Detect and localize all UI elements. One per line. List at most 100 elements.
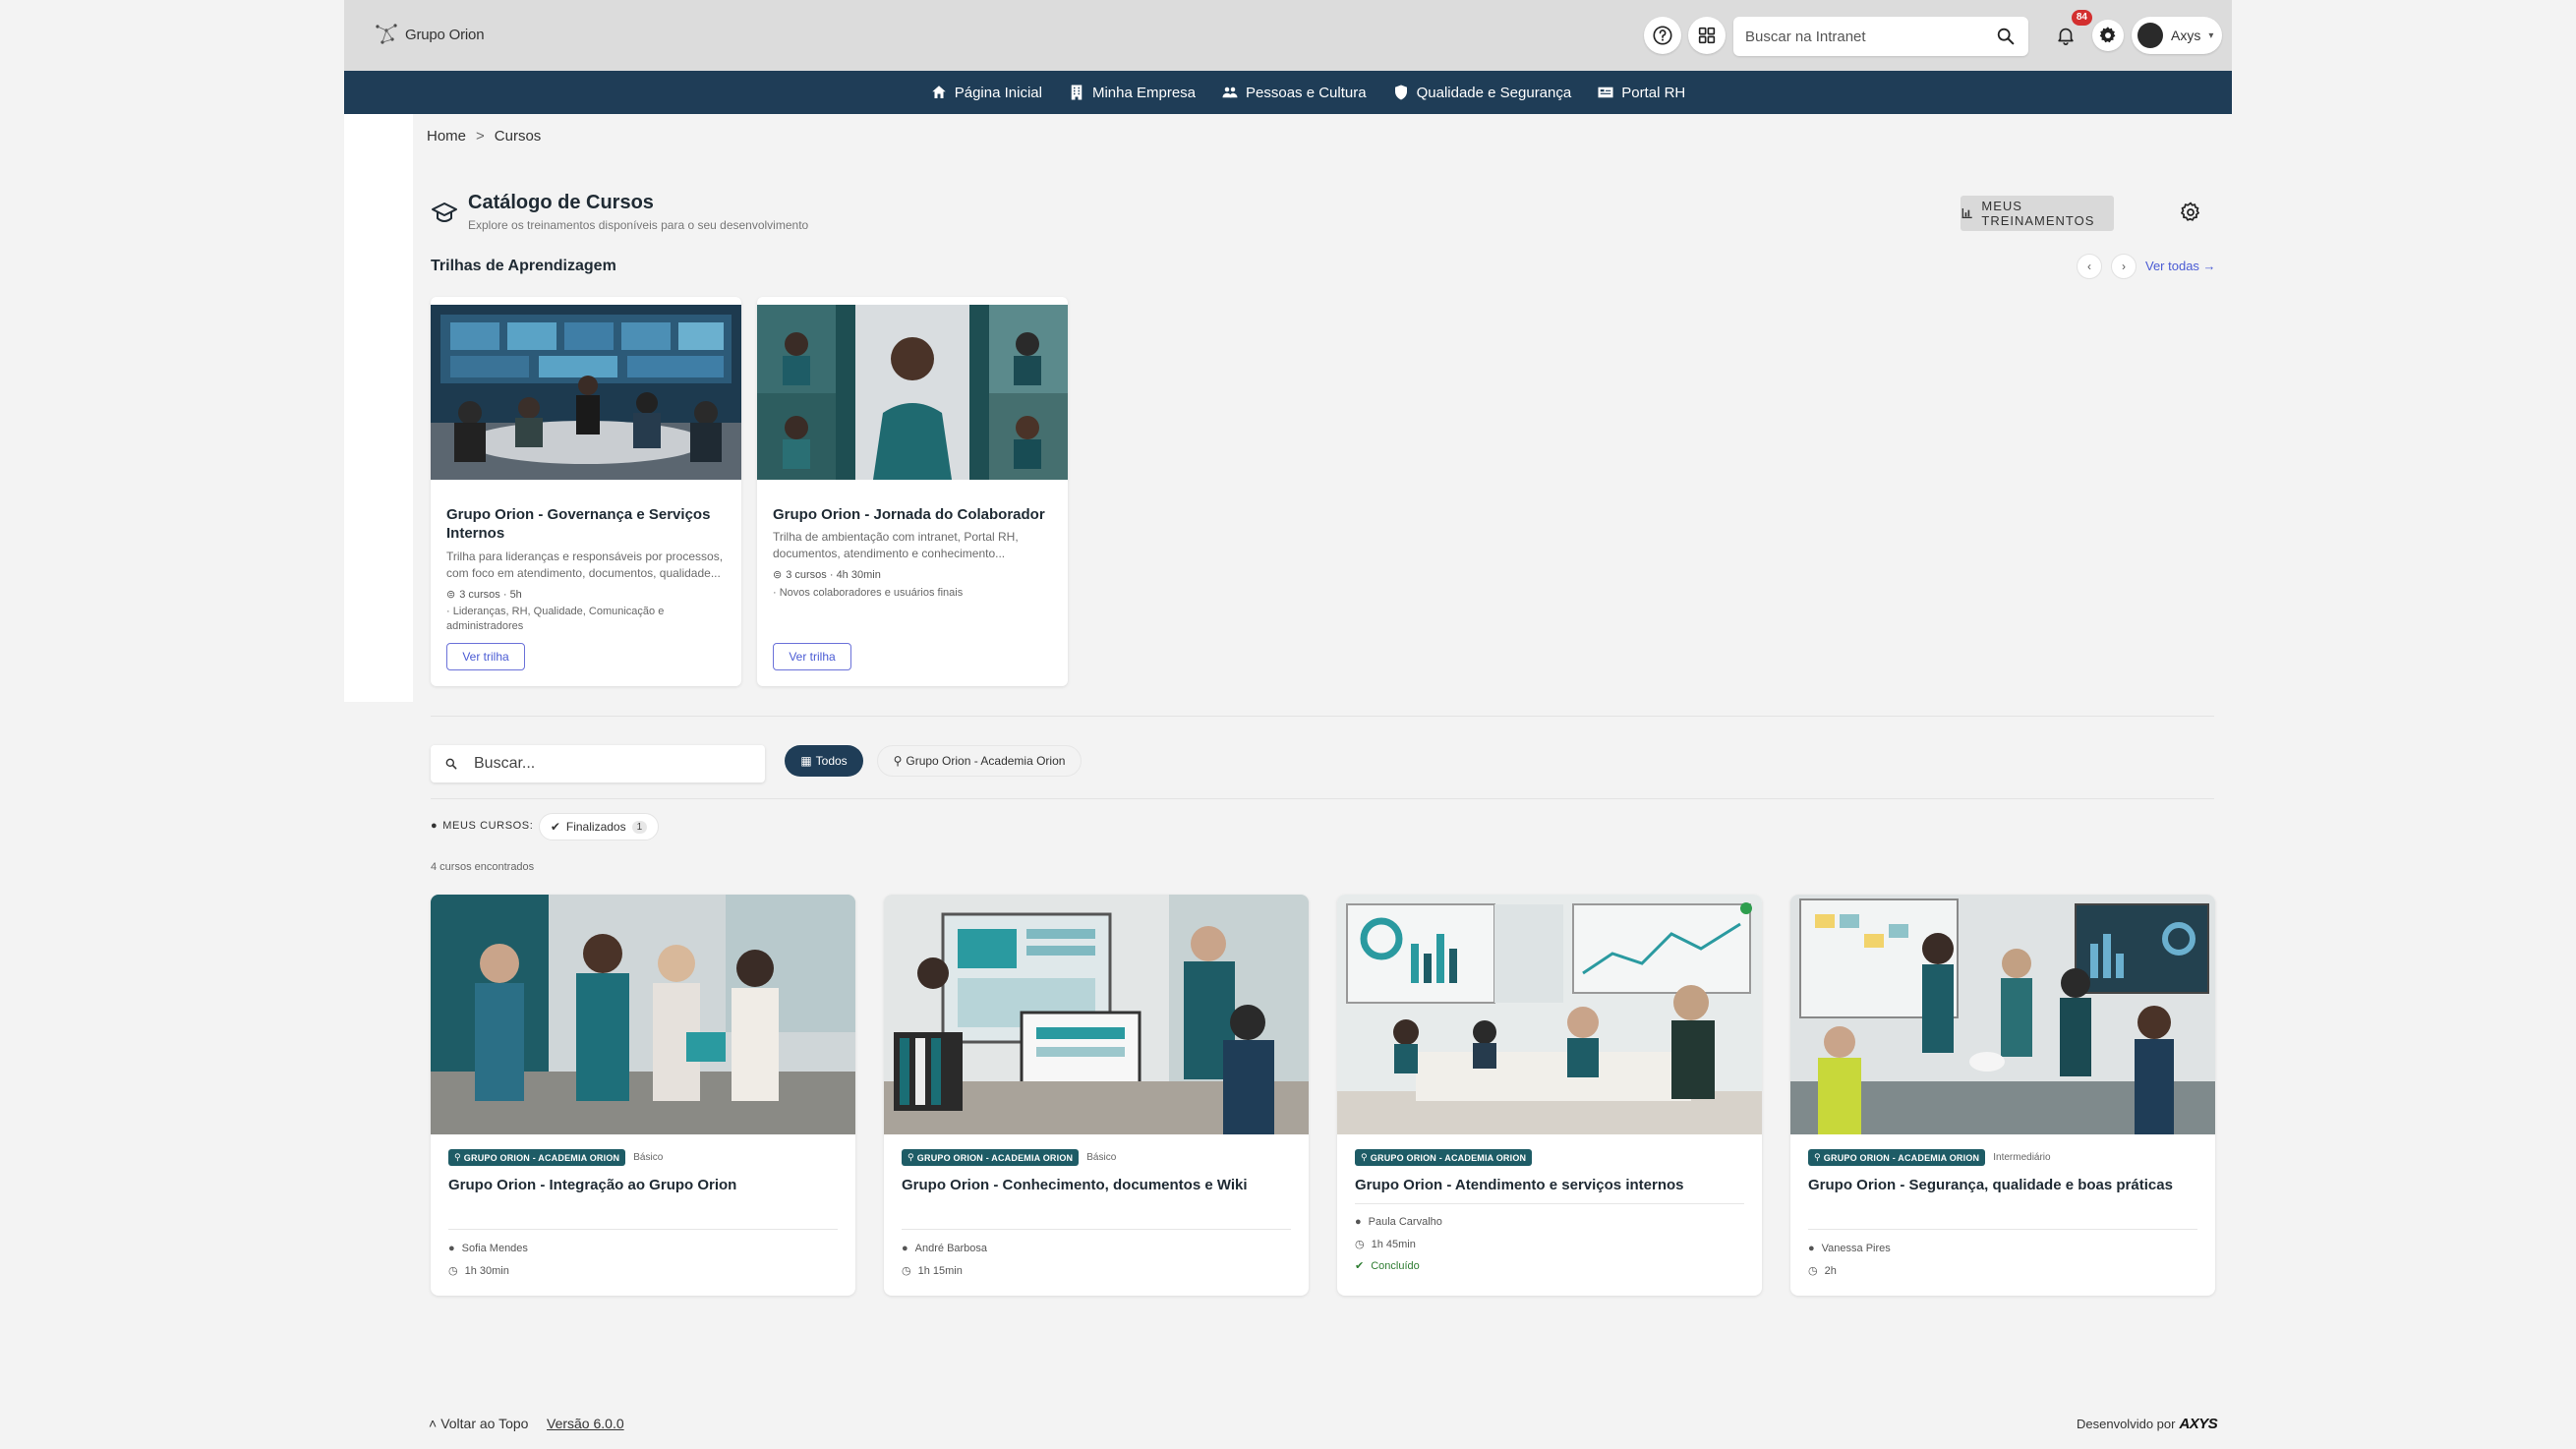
filter-chip-all[interactable]: ▦ Todos [785,745,863,777]
section-divider [431,716,2214,717]
course-status: ✔ Concluído [1355,1259,1420,1273]
grid-icon: ▦ [800,754,812,768]
user-menu[interactable]: Axys ▾ [2132,17,2222,54]
books-icon: ⊜ [446,589,456,601]
nav-item-pessoas-cultura[interactable]: Pessoas e Cultura [1221,84,1367,101]
course-divider [1808,1229,2197,1230]
person-icon: ● [431,820,439,832]
search-icon[interactable] [1995,26,2017,47]
brand-logo[interactable]: Grupo Orion [374,22,485,47]
carousel-next-button[interactable]: › [2111,254,2137,279]
course-author: ● Sofia Mendes [448,1243,528,1254]
nav-item-qualidade-seguranca[interactable]: Qualidade e Segurança [1392,84,1572,101]
catalog-settings-gear-icon[interactable] [2179,201,2202,224]
course-card[interactable]: ⚲ GRUPO ORION - ACADEMIA ORION Grupo Orio… [1337,895,1762,1296]
nav-label: Qualidade e Segurança [1416,84,1572,101]
course-author: ● Paula Carvalho [1355,1216,1442,1228]
institution-tag: ⚲ GRUPO ORION - ACADEMIA ORION [448,1149,626,1166]
trail-title: Grupo Orion - Jornada do Colaborador [773,506,1045,523]
nav-label: Minha Empresa [1091,84,1197,101]
trail-meta: ⊜ 3 cursos · 5h [446,588,522,602]
course-card[interactable]: ⚲ GRUPO ORION - ACADEMIA ORION Básico Gru… [431,895,855,1296]
nav-label: Página Inicial [954,84,1042,101]
breadcrumb-separator: > [476,128,485,145]
finished-count-badge: 1 [631,820,648,834]
status-text: Concluído [1371,1259,1420,1272]
course-duration: ◷ 2h [1808,1264,1837,1278]
see-all-trails-link[interactable]: Ver todas → [2145,259,2216,273]
view-trail-button[interactable]: Ver trilha [773,643,851,670]
nav-item-pagina-inicial[interactable]: Página Inicial [930,84,1042,101]
axys-logo[interactable]: AXYS [2179,1416,2217,1432]
books-icon: ⊜ [773,569,783,581]
breadcrumb-current: Cursos [494,128,542,145]
institution-tag: ⚲ GRUPO ORION - ACADEMIA ORION [902,1149,1080,1166]
help-icon [1653,26,1672,45]
avatar [2137,23,2163,48]
back-to-top-link[interactable]: ˄ Voltar ao Topo [429,1416,528,1431]
course-search-input[interactable] [474,755,751,773]
trail-description: Trilha de ambientação com intranet, Port… [773,530,1019,560]
level-tag: Intermediário [1993,1152,2051,1163]
institution-tag: ⚲ GRUPO ORION - ACADEMIA ORION [1355,1149,1533,1166]
course-tags: ⚲ GRUPO ORION - ACADEMIA ORION Básico [902,1149,1116,1166]
academy-icon: ⚲ [1361,1152,1368,1162]
top-header: Grupo Orion 84 Axys ▾ [344,0,2232,71]
author-name: Sofia Mendes [461,1243,528,1254]
course-duration: ◷ 1h 45min [1355,1238,1416,1251]
course-search[interactable] [431,745,765,782]
duration-text: 1h 30min [464,1264,509,1277]
course-title: Grupo Orion - Conhecimento, documentos e… [902,1177,1248,1193]
filter-chip-academy[interactable]: ⚲ Grupo Orion - Academia Orion [877,745,1082,777]
academy-icon: ⚲ [454,1152,461,1162]
trail-audience: · Novos colaboradores e usuários finais [773,587,964,599]
nav-item-portal-rh[interactable]: Portal RH [1597,84,1685,101]
my-courses-text: MEUS CURSOS: [442,820,534,832]
course-divider [1355,1203,1744,1204]
search-icon [445,758,457,770]
course-card[interactable]: ⚲ GRUPO ORION - ACADEMIA ORION Intermediá… [1790,895,2215,1296]
intranet-search[interactable] [1733,17,2028,56]
trail-title: Grupo Orion - Governança e Serviços Inte… [446,506,711,542]
my-trainings-button[interactable]: MEUS TREINAMENTOS [1961,196,2114,231]
trail-card[interactable]: Grupo Orion - Jornada do Colaborador Tri… [757,297,1068,686]
results-count: 4 cursos encontrados [431,861,535,873]
duration-text: 1h 15min [917,1264,963,1277]
settings-button[interactable] [2092,20,2124,51]
trail-description: Trilha para lideranças e responsáveis po… [446,550,724,580]
view-trail-button[interactable]: Ver trilha [446,643,525,670]
academy-icon: ⚲ [907,1152,914,1162]
course-duration: ◷ 1h 15min [902,1264,963,1278]
main-navigation: Página Inicial Minha Empresa Pessoas e C… [344,71,2232,114]
course-cover-image [431,895,855,1134]
course-card[interactable]: ⚲ GRUPO ORION - ACADEMIA ORION Básico Gru… [884,895,1309,1296]
notifications-button[interactable]: 84 [2047,10,2092,54]
nav-item-minha-empresa[interactable]: Minha Empresa [1068,84,1196,101]
institution-tag-text: GRUPO ORION - ACADEMIA ORION [1823,1152,1980,1163]
intranet-search-input[interactable] [1745,28,1995,45]
trail-card[interactable]: Grupo Orion - Governança e Serviços Inte… [431,297,741,686]
course-author: ● André Barbosa [902,1243,987,1254]
help-button[interactable] [1644,17,1681,54]
completed-indicator-dot [1740,902,1752,914]
breadcrumb-home[interactable]: Home [427,128,466,145]
version-link[interactable]: Versão 6.0.0 [547,1416,624,1431]
course-cover-image [884,895,1309,1134]
graduation-cap-icon [432,203,457,223]
building-icon [1071,85,1083,100]
carousel-prev-button[interactable]: ‹ [2077,254,2102,279]
course-tags: ⚲ GRUPO ORION - ACADEMIA ORION Básico [448,1149,663,1166]
institution-tag: ⚲ GRUPO ORION - ACADEMIA ORION [1808,1149,1986,1166]
clock-icon: ◷ [448,1265,458,1277]
gear-icon [2099,27,2116,43]
check-circle-icon: ✔ [1355,1260,1365,1272]
duration-text: 1h 45min [1371,1238,1416,1250]
person-icon: ● [902,1243,908,1254]
person-icon: ● [448,1243,455,1254]
home-icon [931,86,946,98]
filter-chip-all-label: Todos [815,754,848,768]
notification-count-badge: 84 [2071,10,2092,26]
filter-chip-finished[interactable]: ✔ Finalizados 1 [539,813,659,840]
finished-label: Finalizados [565,820,626,834]
apps-button[interactable] [1688,17,1726,54]
